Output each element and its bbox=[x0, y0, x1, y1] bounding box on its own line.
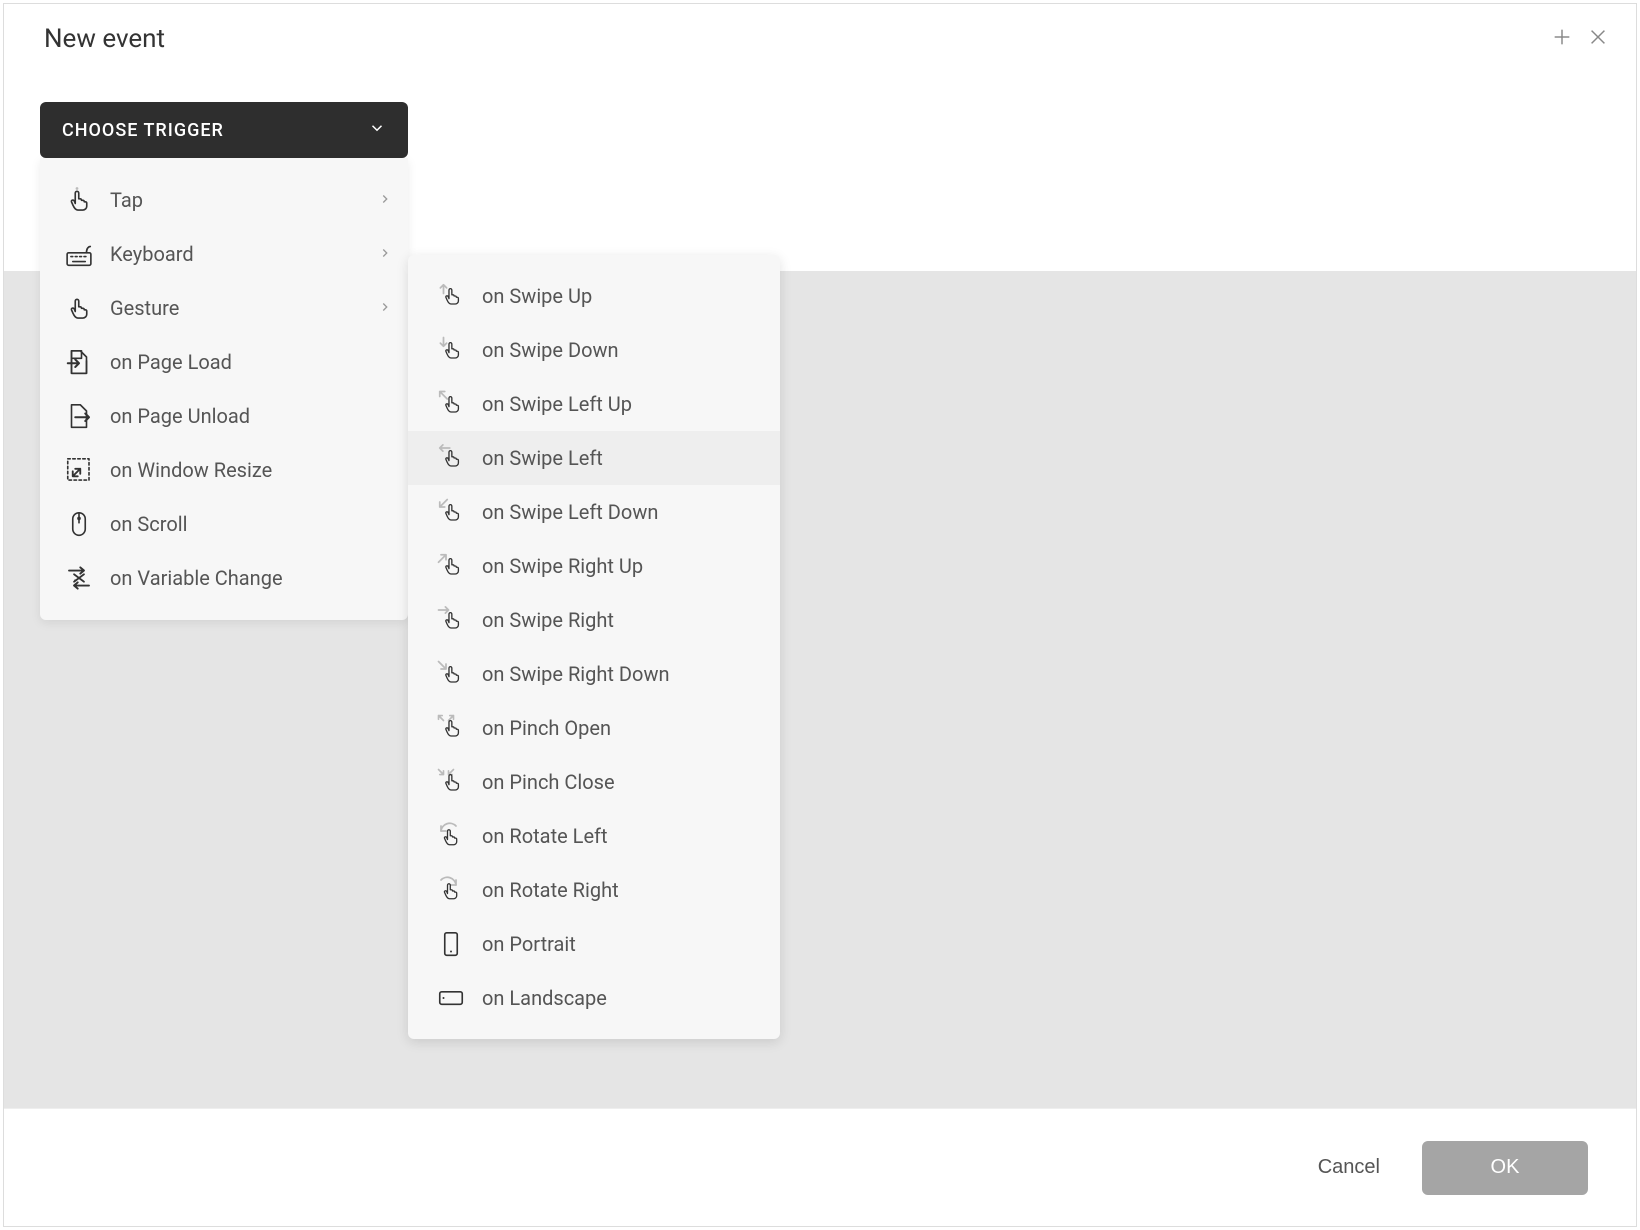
swipe-right-up-icon bbox=[434, 549, 468, 583]
menu-item-label: on Pinch Close bbox=[482, 770, 764, 794]
close-icon bbox=[1587, 26, 1609, 52]
rotate-left-icon bbox=[434, 819, 468, 853]
trigger-menu-item[interactable]: on Window Resize bbox=[40, 443, 408, 497]
keyboard-icon bbox=[62, 237, 96, 271]
menu-item-label: Keyboard bbox=[110, 242, 378, 266]
menu-item-label: on Window Resize bbox=[110, 458, 392, 482]
gesture-menu-item[interactable]: on Rotate Right bbox=[408, 863, 780, 917]
gesture-menu-item[interactable]: on Pinch Close bbox=[408, 755, 780, 809]
swipe-right-down-icon bbox=[434, 657, 468, 691]
gesture-menu-item[interactable]: on Swipe Right Down bbox=[408, 647, 780, 701]
gesture-menu-item[interactable]: on Portrait bbox=[408, 917, 780, 971]
menu-item-label: Tap bbox=[110, 188, 378, 212]
dialog-header: New event bbox=[4, 4, 1636, 78]
gesture-menu-item[interactable]: on Swipe Left Up bbox=[408, 377, 780, 431]
menu-item-label: on Portrait bbox=[482, 932, 764, 956]
gesture-submenu: on Swipe Up on Swipe Down on Swipe Left Up… bbox=[408, 255, 780, 1039]
menu-item-label: on Swipe Right Down bbox=[482, 662, 764, 686]
dialog-title: New event bbox=[44, 24, 165, 54]
pinch-close-icon bbox=[434, 765, 468, 799]
swipe-left-down-icon bbox=[434, 495, 468, 529]
rotate-right-icon bbox=[434, 873, 468, 907]
new-event-dialog: New event CHOOSE TRIGGER TapKeyboardG bbox=[3, 3, 1637, 1227]
dialog-footer: Cancel OK bbox=[4, 1108, 1636, 1226]
gesture-menu-item[interactable]: on Swipe Right Up bbox=[408, 539, 780, 593]
trigger-menu-item[interactable]: on Variable Change bbox=[40, 551, 408, 605]
menu-item-label: on Pinch Open bbox=[482, 716, 764, 740]
menu-item-label: on Swipe Up bbox=[482, 284, 764, 308]
menu-item-label: on Scroll bbox=[110, 512, 392, 536]
portrait-icon bbox=[434, 927, 468, 961]
gesture-menu-item[interactable]: on Swipe Up bbox=[408, 269, 780, 323]
gesture-menu-item[interactable]: on Landscape bbox=[408, 971, 780, 1025]
gesture-menu-item[interactable]: on Swipe Right bbox=[408, 593, 780, 647]
menu-item-label: on Rotate Right bbox=[482, 878, 764, 902]
trigger-menu-item[interactable]: on Page Load bbox=[40, 335, 408, 389]
menu-item-label: on Swipe Left bbox=[482, 446, 764, 470]
gesture-menu-item[interactable]: on Swipe Left Down bbox=[408, 485, 780, 539]
swipe-left-up-icon bbox=[434, 387, 468, 421]
gesture-icon bbox=[62, 291, 96, 325]
variable-change-icon bbox=[62, 561, 96, 595]
pinch-open-icon bbox=[434, 711, 468, 745]
gesture-menu-item[interactable]: on Rotate Left bbox=[408, 809, 780, 863]
trigger-menu-item[interactable]: Keyboard bbox=[40, 227, 408, 281]
trigger-menu-item[interactable]: on Scroll bbox=[40, 497, 408, 551]
trigger-menu: Tap Keyboard Gesture on Page Load on Page Un… bbox=[40, 158, 408, 620]
chevron-down-icon bbox=[368, 119, 386, 142]
swipe-up-icon bbox=[434, 279, 468, 313]
menu-item-label: on Swipe Down bbox=[482, 338, 764, 362]
tap-icon bbox=[62, 183, 96, 217]
menu-item-label: on Rotate Left bbox=[482, 824, 764, 848]
trigger-menu-item[interactable]: Gesture bbox=[40, 281, 408, 335]
swipe-down-icon bbox=[434, 333, 468, 367]
chevron-right-icon bbox=[378, 299, 392, 318]
plus-icon bbox=[1551, 26, 1573, 52]
gesture-menu-item[interactable]: on Pinch Open bbox=[408, 701, 780, 755]
trigger-menu-item[interactable]: Tap bbox=[40, 173, 408, 227]
landscape-icon bbox=[434, 981, 468, 1015]
gesture-menu-item[interactable]: on Swipe Down bbox=[408, 323, 780, 377]
ok-button[interactable]: OK bbox=[1422, 1141, 1588, 1195]
chevron-right-icon bbox=[378, 245, 392, 264]
menu-item-label: on Swipe Right bbox=[482, 608, 764, 632]
dialog-body: CHOOSE TRIGGER Tap Keyboard Gesture on Page… bbox=[4, 78, 1636, 1108]
menu-item-label: on Swipe Left Up bbox=[482, 392, 764, 416]
close-button[interactable] bbox=[1584, 25, 1612, 53]
menu-item-label: Gesture bbox=[110, 296, 378, 320]
trigger-menu-item[interactable]: on Page Unload bbox=[40, 389, 408, 443]
scroll-icon bbox=[62, 507, 96, 541]
page-load-icon bbox=[62, 345, 96, 379]
choose-trigger-button[interactable]: CHOOSE TRIGGER bbox=[40, 102, 408, 158]
menu-item-label: on Swipe Left Down bbox=[482, 500, 764, 524]
menu-item-label: on Landscape bbox=[482, 986, 764, 1010]
menu-item-label: on Page Unload bbox=[110, 404, 392, 428]
add-button[interactable] bbox=[1548, 25, 1576, 53]
swipe-right-icon bbox=[434, 603, 468, 637]
gesture-menu-item[interactable]: on Swipe Left bbox=[408, 431, 780, 485]
menu-item-label: on Variable Change bbox=[110, 566, 392, 590]
choose-trigger-label: CHOOSE TRIGGER bbox=[62, 120, 224, 141]
swipe-left-icon bbox=[434, 441, 468, 475]
menu-item-label: on Page Load bbox=[110, 350, 392, 374]
header-actions bbox=[1548, 25, 1612, 53]
chevron-right-icon bbox=[378, 191, 392, 210]
page-unload-icon bbox=[62, 399, 96, 433]
cancel-button[interactable]: Cancel bbox=[1306, 1148, 1392, 1187]
menu-item-label: on Swipe Right Up bbox=[482, 554, 764, 578]
window-resize-icon bbox=[62, 453, 96, 487]
